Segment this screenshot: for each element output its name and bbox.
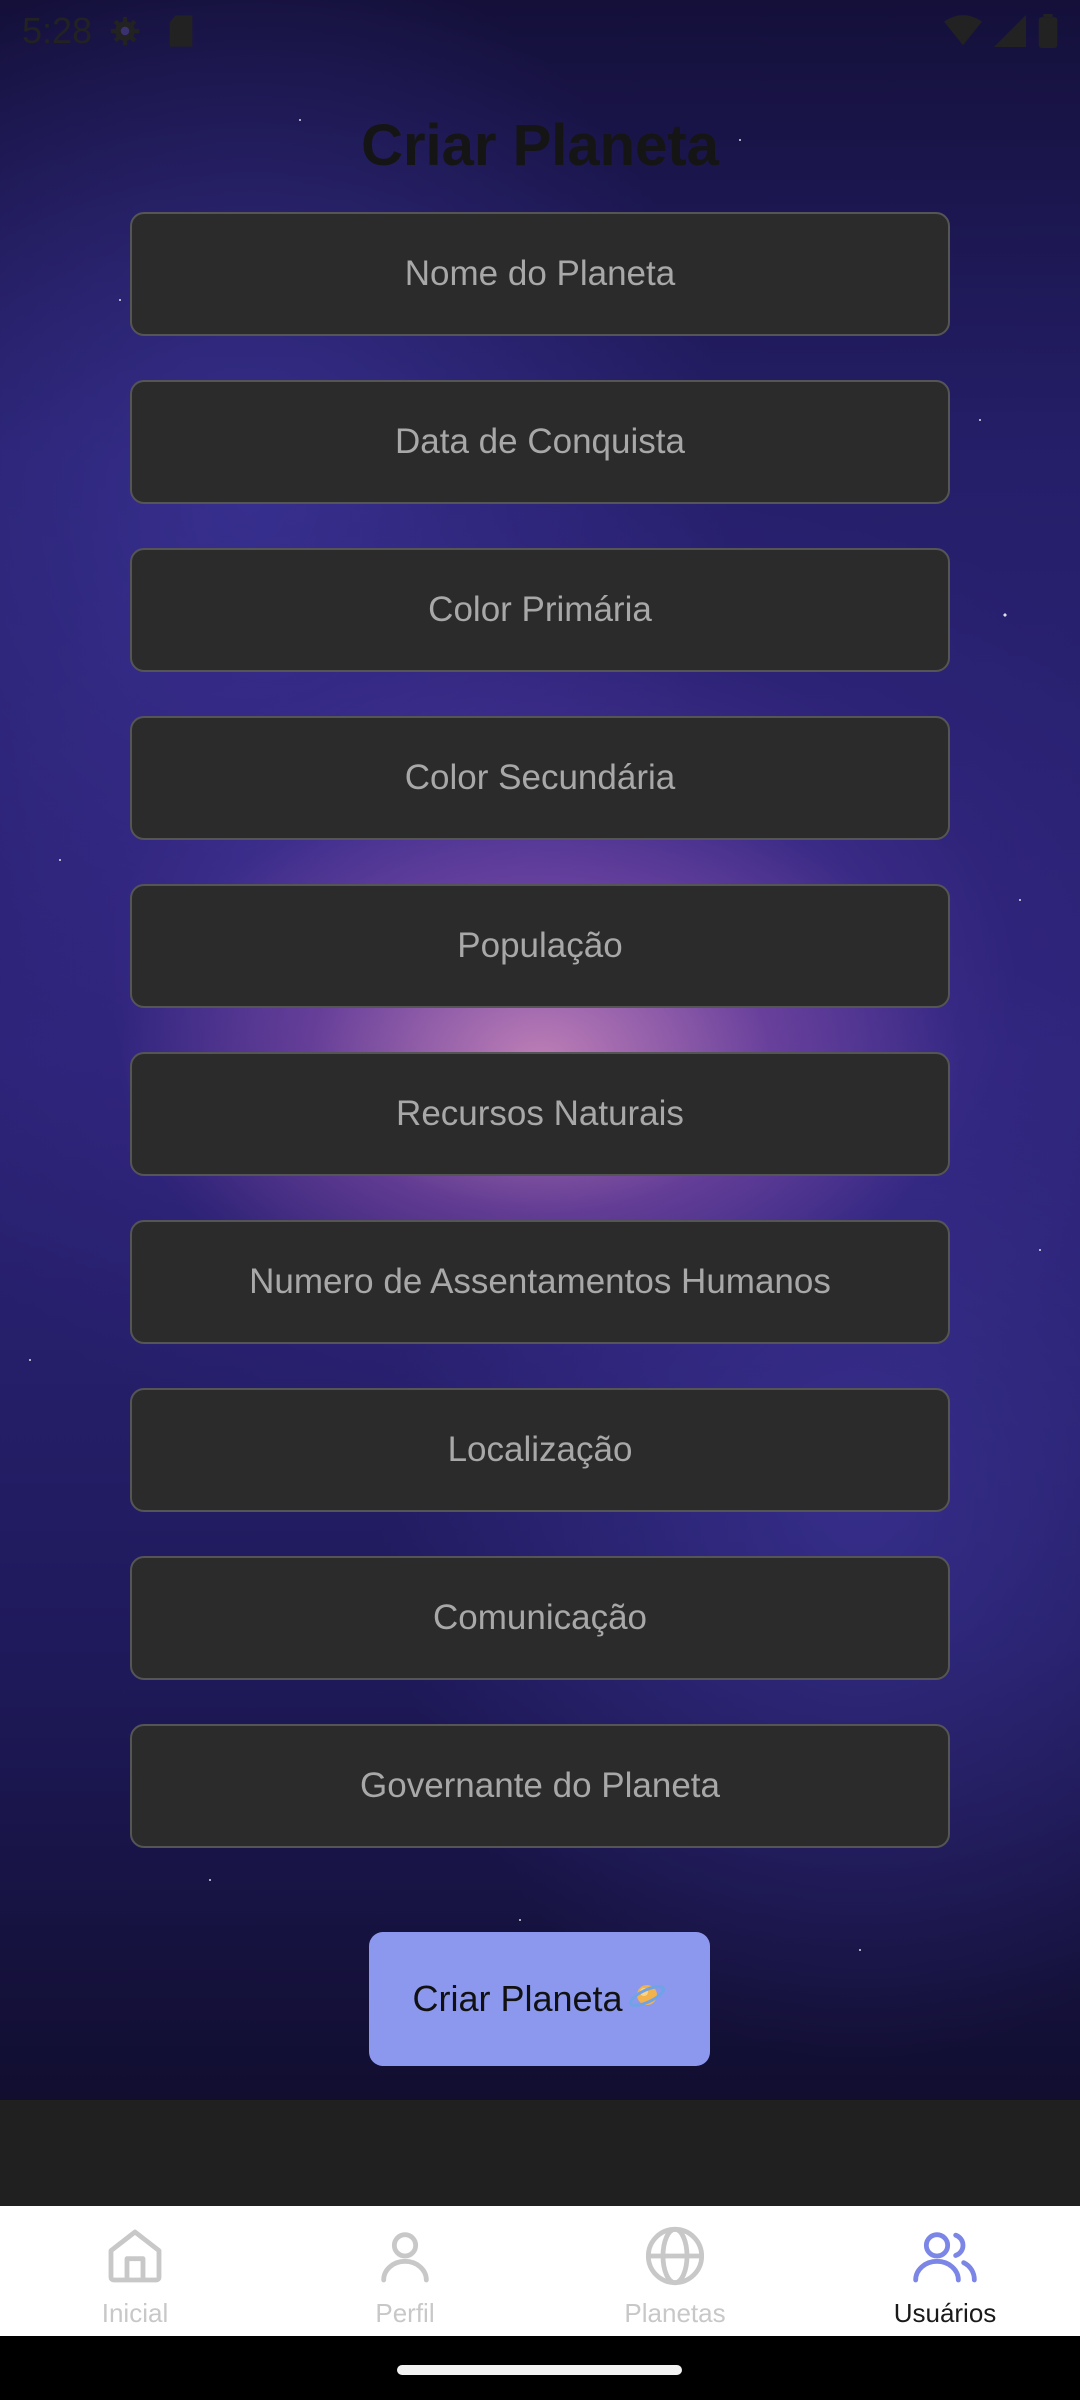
status-left-icons <box>108 14 196 57</box>
users-icon <box>913 2224 977 2292</box>
content-bottom-strip <box>0 2100 1080 2206</box>
home-gesture-handle[interactable] <box>397 2365 682 2375</box>
home-icon <box>103 2224 167 2292</box>
nav-label-usuarios: Usuários <box>893 2298 997 2328</box>
nav-item-usuarios[interactable]: Usuários <box>810 2206 1080 2336</box>
nav-label-planetas: Planetas <box>624 2298 726 2328</box>
screen: 5:28 Criar Planeta Nome do Planeta Data … <box>0 0 1080 2400</box>
human-settlements-input[interactable]: Numero de Assentamentos Humanos <box>130 1220 950 1344</box>
nav-item-inicial[interactable]: Inicial <box>0 2206 270 2336</box>
conquest-date-input[interactable]: Data de Conquista <box>130 380 950 504</box>
create-planet-button[interactable]: Criar Planeta <box>369 1932 710 2066</box>
battery-icon <box>1038 14 1058 57</box>
nav-label-perfil: Perfil <box>375 2298 435 2328</box>
nav-item-perfil[interactable]: Perfil <box>270 2206 540 2336</box>
planet-name-input[interactable]: Nome do Planeta <box>130 212 950 336</box>
status-time: 5:28 <box>22 10 93 51</box>
create-planet-form: Nome do Planeta Data de Conquista Color … <box>130 212 950 1892</box>
bottom-navigation: Inicial Perfil Planetas Usuários <box>0 2206 1080 2336</box>
globe-icon <box>643 2224 707 2292</box>
status-bar: 5:28 <box>0 0 1080 64</box>
status-right-icons <box>944 14 1058 57</box>
ringed-planet-icon <box>627 1975 667 2024</box>
nav-label-inicial: Inicial <box>101 2298 169 2328</box>
user-icon <box>373 2224 437 2292</box>
nav-item-planetas[interactable]: Planetas <box>540 2206 810 2336</box>
page-title: Criar Planeta <box>361 113 719 178</box>
sd-card-icon <box>166 14 196 57</box>
natural-resources-input[interactable]: Recursos Naturais <box>130 1052 950 1176</box>
secondary-color-input[interactable]: Color Secundária <box>130 716 950 840</box>
create-planet-button-label: Criar Planeta <box>412 1978 623 2019</box>
communication-input[interactable]: Comunicação <box>130 1556 950 1680</box>
population-input[interactable]: População <box>130 884 950 1008</box>
settings-gear-icon <box>108 14 142 57</box>
wifi-icon <box>944 15 982 56</box>
planet-ruler-input[interactable]: Governante do Planeta <box>130 1724 950 1848</box>
cell-signal-icon <box>994 15 1026 56</box>
primary-color-input[interactable]: Color Primária <box>130 548 950 672</box>
location-input[interactable]: Localização <box>130 1388 950 1512</box>
